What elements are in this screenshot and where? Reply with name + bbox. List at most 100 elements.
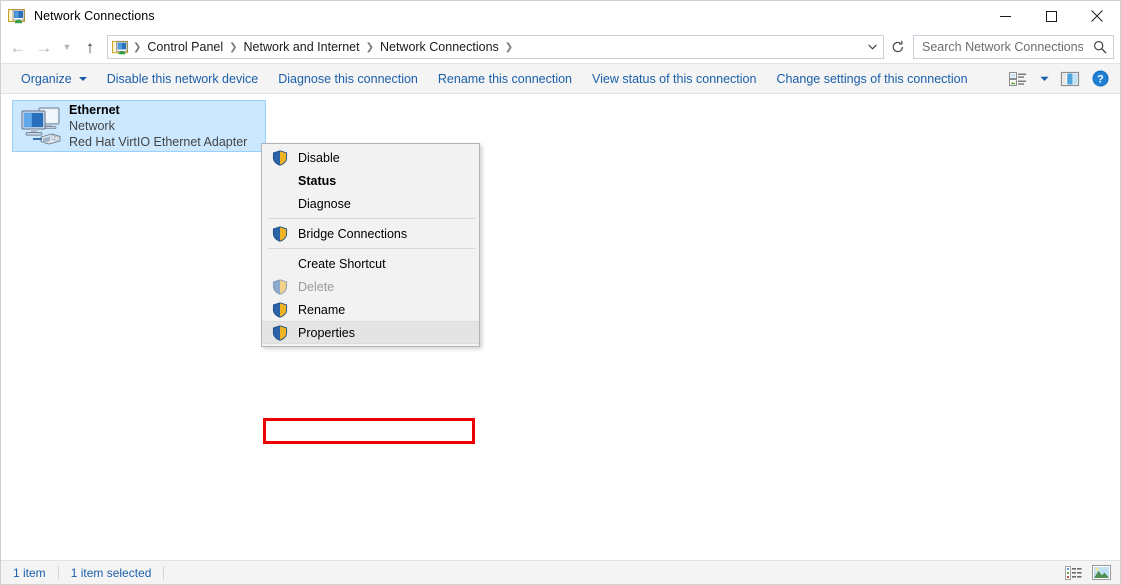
context-menu-item-properties[interactable]: Properties [262,321,479,344]
menu-icon-placeholder [268,171,292,191]
forward-arrow-icon: → [35,37,53,57]
search-button[interactable] [1087,36,1113,58]
context-menu-item-diagnose[interactable]: Diagnose [262,192,479,215]
context-menu-item-rename[interactable]: Rename [262,298,479,321]
details-view-icon [1064,565,1081,580]
breadcrumb[interactable]: ❯ Control Panel ❯ Network and Internet ❯… [107,35,884,59]
command-bar: Organize Disable this network device Dia… [1,63,1120,94]
help-button[interactable]: ? [1086,66,1114,92]
list-item-text: Ethernet Network Red Hat VirtIO Ethernet… [69,103,247,150]
caption-button-group [982,1,1120,31]
status-divider [163,565,165,580]
shield-icon [268,224,292,244]
preview-pane-icon [1060,71,1080,86]
status-selection-count: 1 item selected [70,565,152,580]
connection-adapter: Red Hat VirtIO Ethernet Adapter [69,134,248,149]
details-view-button[interactable] [1062,564,1084,582]
search-box[interactable] [913,35,1114,59]
view-status-of-this-connection-button[interactable]: View status of this connection [582,67,766,91]
context-menu-label: Delete [298,279,335,294]
diagnose-this-connection-button[interactable]: Diagnose this connection [268,67,428,91]
context-menu-label: Bridge Connections [298,226,408,241]
context-menu: Disable Status Diagnose Bridge Connectio… [261,143,480,347]
maximize-icon [1045,10,1057,22]
forward-button[interactable]: → [31,34,57,60]
context-menu-label: Properties [298,325,355,340]
context-menu-label: Disable [298,150,340,165]
recent-locations-button[interactable]: ▼ [57,34,77,60]
context-menu-item-status[interactable]: Status [262,169,479,192]
breadcrumb-location-icon [112,39,129,56]
refresh-icon [892,40,903,53]
close-button[interactable] [1074,1,1120,31]
command-bar-right-group: ? [1004,66,1114,92]
connection-name: Ethernet [69,102,120,117]
annotation-highlight-box [263,418,475,444]
change-view-dropdown-button[interactable] [1034,66,1054,92]
title-bar: Network Connections [1,1,1120,31]
connection-network: Network [69,118,115,133]
context-menu-item-bridge-connections[interactable]: Bridge Connections [262,222,479,245]
context-menu-label: Diagnose [298,196,351,211]
preview-pane-button[interactable] [1056,66,1084,92]
large-icons-view-button[interactable] [1090,564,1112,582]
maximize-button[interactable] [1028,1,1074,31]
address-dropdown-button[interactable] [861,36,883,58]
chevron-down-icon [867,44,877,50]
up-button[interactable]: ↑ [77,34,103,60]
shield-icon [268,300,292,320]
chevron-down-icon: ▼ [62,41,72,52]
view-options-icon [1009,71,1026,86]
breadcrumb-separator-0[interactable]: ❯ [132,42,142,53]
organize-button[interactable]: Organize [11,67,97,91]
organize-label: Organize [21,71,72,86]
context-menu-item-create-shortcut[interactable]: Create Shortcut [262,252,479,275]
change-settings-of-this-connection-button[interactable]: Change settings of this connection [766,67,977,91]
context-menu-label: Create Shortcut [298,256,386,271]
close-icon [1091,10,1103,22]
context-menu-label: Status [298,173,337,188]
back-arrow-icon: ← [9,37,27,57]
shield-icon [268,148,292,168]
minimize-button[interactable] [982,1,1028,31]
context-menu-label: Rename [298,302,346,317]
change-view-button[interactable] [1004,66,1032,92]
search-icon [1094,41,1107,54]
help-icon: ? [1092,70,1108,87]
breadcrumb-separator-1[interactable]: ❯ [228,42,238,53]
search-input[interactable] [914,37,1087,57]
network-connections-window: Network Connections ← → ▼ ↑ ❯ Control Pa… [0,0,1121,585]
breadcrumb-separator-3[interactable]: ❯ [504,42,514,53]
network-connections-icon [8,7,26,25]
status-bar-view-buttons [1062,564,1112,582]
breadcrumb-item-control-panel[interactable]: Control Panel [142,38,228,56]
up-arrow-icon: ↑ [85,37,95,57]
list-item-ethernet[interactable]: Ethernet Network Red Hat VirtIO Ethernet… [12,100,266,152]
breadcrumb-item-network-connections[interactable]: Network Connections [375,38,504,56]
shield-icon [268,277,292,297]
status-bar: 1 item 1 item selected [1,560,1120,584]
rename-this-connection-button[interactable]: Rename this connection [428,67,582,91]
status-item-count: 1 item [13,565,46,580]
minimize-icon [999,15,1011,17]
breadcrumb-item-network-and-internet[interactable]: Network and Internet [239,38,365,56]
address-bar: ← → ▼ ↑ ❯ Control Panel ❯ Network and In… [1,31,1120,63]
svg-text:?: ? [1097,74,1104,86]
large-icons-view-icon [1091,565,1111,580]
menu-icon-placeholder [268,194,292,214]
connections-list: Ethernet Network Red Hat VirtIO Ethernet… [1,94,1120,560]
window-title: Network Connections [34,9,155,23]
context-menu-item-disable[interactable]: Disable [262,146,479,169]
network-adapter-icon [19,106,63,146]
disable-this-network-device-button[interactable]: Disable this network device [97,67,268,91]
context-menu-item-delete: Delete [262,275,479,298]
shield-icon [268,323,292,343]
refresh-button[interactable] [886,35,910,59]
breadcrumb-separator-2[interactable]: ❯ [365,42,375,53]
status-divider [57,565,59,580]
chevron-down-icon [1039,76,1049,81]
context-menu-separator [268,218,475,219]
context-menu-separator [268,248,475,249]
back-button[interactable]: ← [5,34,31,60]
menu-icon-placeholder [268,254,292,274]
